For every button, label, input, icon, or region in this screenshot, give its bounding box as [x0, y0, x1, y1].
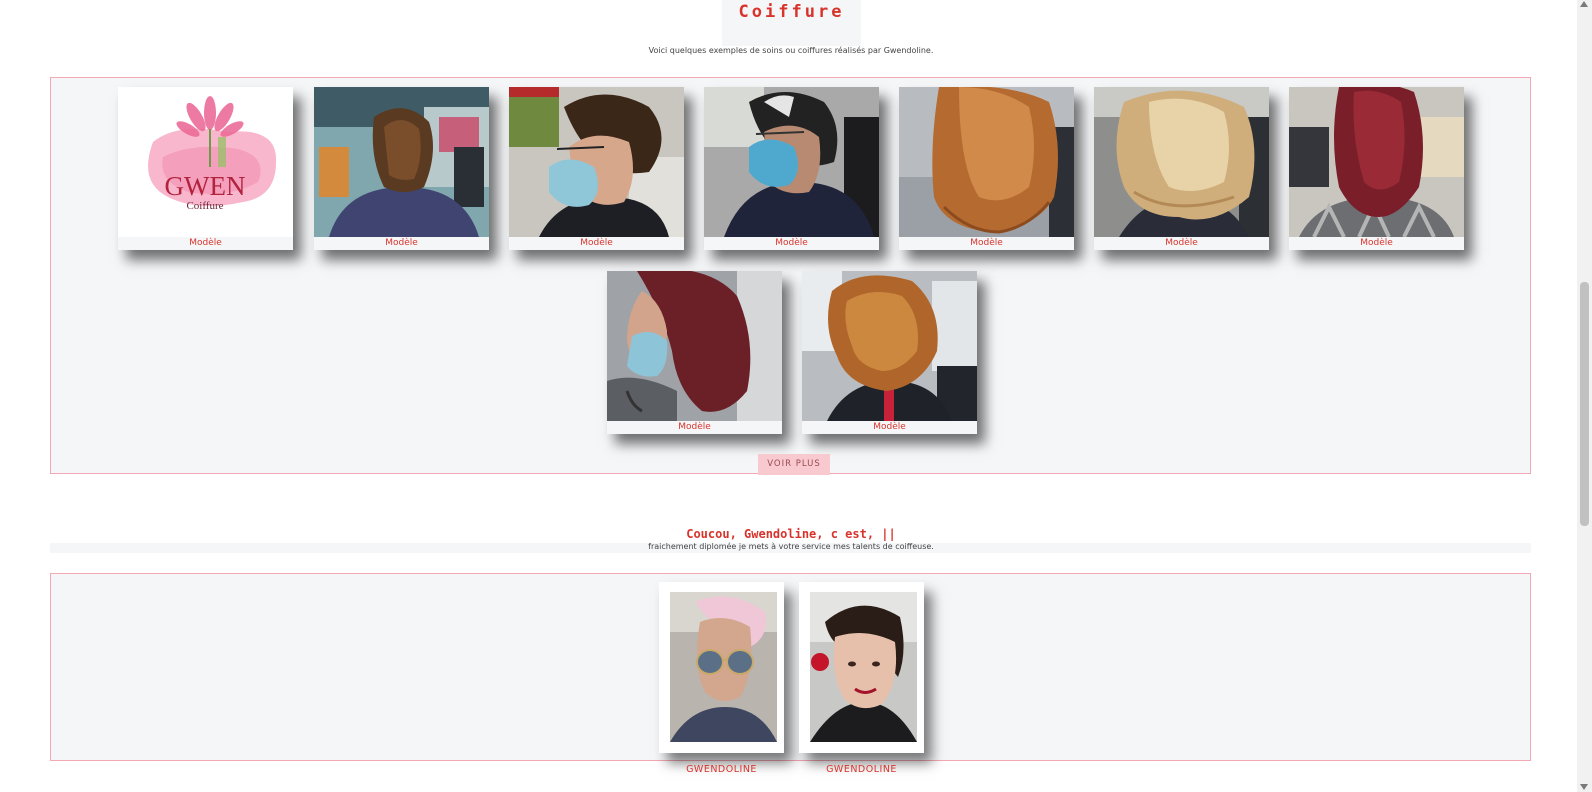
gallery-card[interactable]: Modèle: [704, 87, 879, 250]
scrollbar-thumb[interactable]: [1580, 282, 1589, 526]
team-frame: [50, 573, 1531, 761]
about-title: Coucou, Gwendoline, c est, ||: [686, 527, 896, 541]
logo-subtitle: Coiffure: [186, 200, 223, 212]
gallery-photo[interactable]: [607, 271, 782, 421]
team-member-card[interactable]: [799, 582, 924, 753]
team-member-name[interactable]: GWENDOLINE: [799, 764, 924, 775]
gallery-photo[interactable]: [704, 87, 879, 237]
logo-brand: GWEN: [165, 171, 246, 201]
gallery-caption[interactable]: Modèle: [314, 237, 489, 250]
gallery-card[interactable]: Modèle: [509, 87, 684, 250]
gallery-photo[interactable]: [509, 87, 684, 237]
gallery-card[interactable]: Modèle: [607, 271, 782, 434]
gallery-caption[interactable]: Modèle: [118, 237, 293, 250]
team-photo[interactable]: [810, 592, 917, 742]
gallery-photo[interactable]: [314, 87, 489, 237]
gallery-card[interactable]: Modèle: [314, 87, 489, 250]
team-photo[interactable]: [670, 592, 777, 742]
gallery-caption[interactable]: Modèle: [509, 237, 684, 250]
scroll-down-arrow-icon[interactable]: [1580, 784, 1588, 790]
gallery-caption[interactable]: Modèle: [1094, 237, 1269, 250]
gallery-card[interactable]: Modèle: [899, 87, 1074, 250]
gallery-caption[interactable]: Modèle: [607, 421, 782, 434]
team-member-card[interactable]: [659, 582, 784, 753]
gallery-photo[interactable]: [899, 87, 1074, 237]
gallery-photo[interactable]: [802, 271, 977, 421]
gallery-photo-logo[interactable]: GWEN Coiffure: [118, 87, 293, 237]
gallery-caption[interactable]: Modèle: [1289, 237, 1464, 250]
gallery-card[interactable]: Modèle: [1094, 87, 1269, 250]
voir-plus-button[interactable]: VOIR PLUS: [758, 454, 830, 475]
scroll-up-arrow-icon[interactable]: [1580, 1, 1588, 7]
gallery-intro: Voici quelques exemples de soins ou coif…: [648, 46, 934, 55]
gallery-photo[interactable]: [1094, 87, 1269, 237]
gallery-caption[interactable]: Modèle: [899, 237, 1074, 250]
gallery-card[interactable]: Modèle: [802, 271, 977, 434]
team-member-name[interactable]: GWENDOLINE: [659, 764, 784, 775]
gallery-card[interactable]: GWEN Coiffure Modèle: [118, 87, 293, 250]
gallery-caption[interactable]: Modèle: [704, 237, 879, 250]
gallery-photo[interactable]: [1289, 87, 1464, 237]
gallery-caption[interactable]: Modèle: [802, 421, 977, 434]
about-text: fraichement diplomée je mets à votre ser…: [648, 542, 934, 551]
page-title: Coiffure: [738, 2, 845, 22]
gallery-card[interactable]: Modèle: [1289, 87, 1464, 250]
